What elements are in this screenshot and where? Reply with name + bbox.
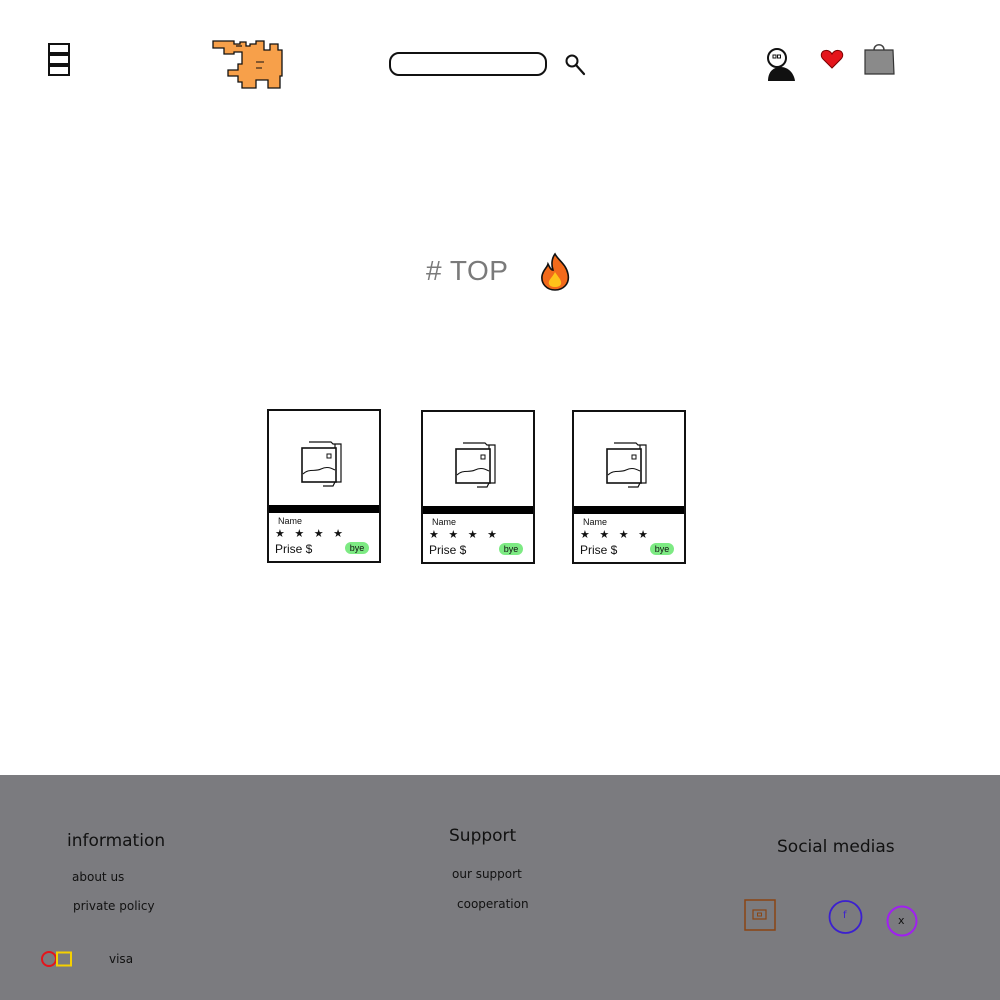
product-name: Name: [432, 517, 457, 527]
buy-button[interactable]: bye: [499, 543, 523, 555]
user-icon[interactable]: [764, 47, 798, 83]
mastercard-icon: [41, 950, 75, 968]
buy-button[interactable]: bye: [345, 542, 369, 554]
page: # TOP Name ★ ★ ★ ★ Prise $ bye Name ★ ★ …: [0, 0, 1000, 1000]
product-name: Name: [583, 517, 608, 527]
image-placeholder-icon: [606, 442, 647, 488]
shopping-bag-icon[interactable]: [862, 40, 896, 76]
search-icon[interactable]: [563, 53, 589, 79]
product-image: [423, 412, 533, 506]
rating-stars: ★ ★ ★ ★: [275, 527, 346, 540]
product-name: Name: [278, 516, 303, 526]
product-card[interactable]: Name ★ ★ ★ ★ Prise $ bye: [267, 409, 381, 563]
product-card[interactable]: Name ★ ★ ★ ★ Prise $ bye: [572, 410, 686, 564]
image-placeholder-icon: [301, 441, 342, 487]
footer: [0, 775, 1000, 1000]
product-image: [269, 411, 379, 505]
logo-icon[interactable]: [212, 40, 284, 92]
image-placeholder-icon: [455, 442, 496, 488]
card-divider: [423, 506, 533, 514]
rating-stars: ★ ★ ★ ★: [580, 528, 651, 541]
x-label: x: [898, 914, 905, 927]
facebook-label: f: [843, 910, 847, 921]
footer-link-cooperation[interactable]: cooperation: [457, 897, 529, 911]
menu-bar: [48, 43, 70, 54]
footer-link-private-policy[interactable]: private policy: [73, 899, 155, 913]
fire-icon: [539, 252, 571, 292]
card-divider: [269, 505, 379, 513]
section-title: # TOP: [426, 255, 509, 286]
product-price: Prise $: [275, 542, 313, 556]
card-divider: [574, 506, 684, 514]
product-price: Prise $: [429, 543, 467, 557]
instagram-icon[interactable]: [744, 899, 776, 931]
menu-bar: [48, 54, 70, 65]
payment-label: visa: [109, 952, 134, 966]
product-card[interactable]: Name ★ ★ ★ ★ Prise $ bye: [421, 410, 535, 564]
rating-stars: ★ ★ ★ ★: [429, 528, 500, 541]
search-input[interactable]: [389, 52, 547, 76]
product-image: [574, 412, 684, 506]
facebook-icon[interactable]: f: [828, 900, 863, 934]
footer-heading-support: Support: [449, 826, 517, 846]
menu-bar: [48, 65, 70, 76]
heart-icon[interactable]: [820, 48, 844, 70]
hamburger-menu-icon[interactable]: [48, 43, 70, 77]
buy-button[interactable]: bye: [650, 543, 674, 555]
footer-link-about-us[interactable]: about us: [72, 870, 124, 884]
x-icon[interactable]: x: [886, 905, 918, 937]
footer-link-our-support[interactable]: our support: [452, 867, 522, 881]
product-price: Prise $: [580, 543, 618, 557]
footer-heading-information: information: [67, 831, 166, 851]
footer-heading-social: Social medias: [777, 837, 895, 857]
